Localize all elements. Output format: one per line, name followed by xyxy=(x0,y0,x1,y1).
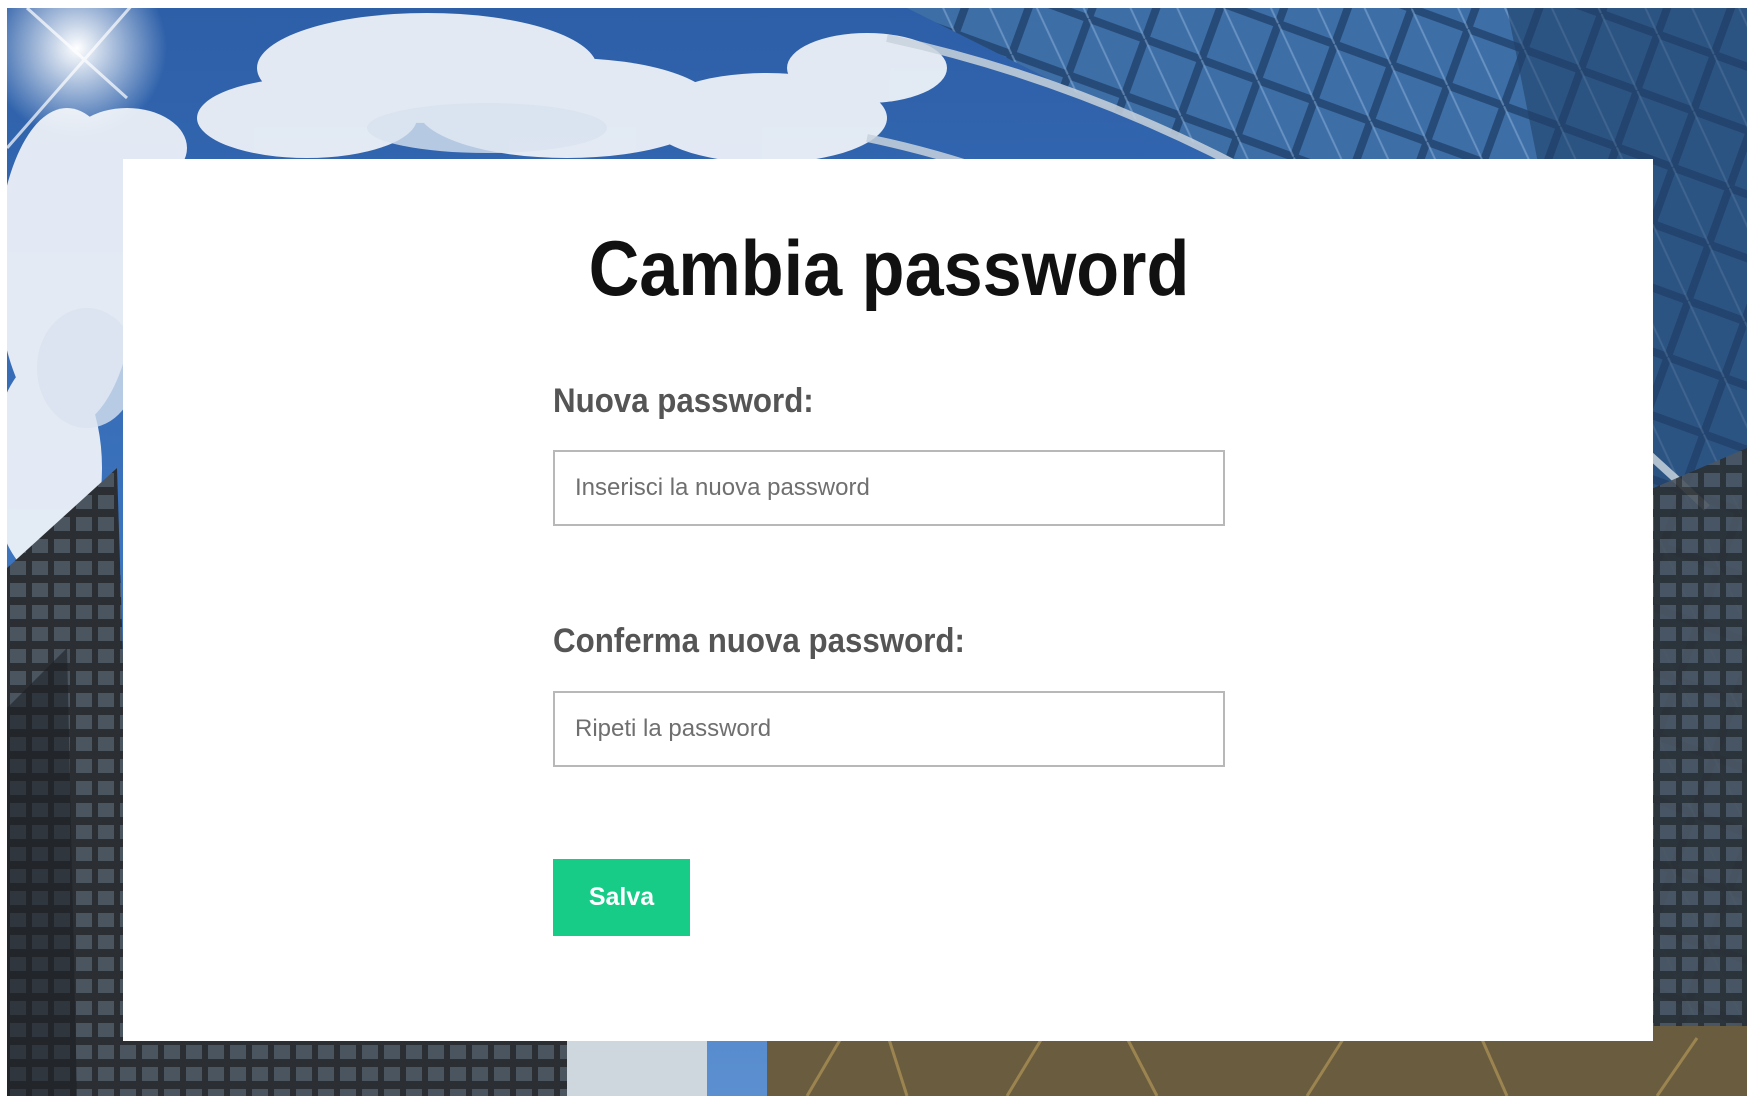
page-title: Cambia password xyxy=(588,224,1190,312)
confirm-password-input[interactable] xyxy=(553,691,1225,767)
confirm-password-label: Conferma nuova password: xyxy=(553,622,965,660)
save-button[interactable]: Salva xyxy=(553,859,690,936)
change-password-card: Cambia password Nuova password: Conferma… xyxy=(123,159,1653,1041)
new-password-label: Nuova password: xyxy=(553,382,814,420)
page-viewport: Cambia password Nuova password: Conferma… xyxy=(7,8,1747,1096)
new-password-input[interactable] xyxy=(553,450,1225,526)
